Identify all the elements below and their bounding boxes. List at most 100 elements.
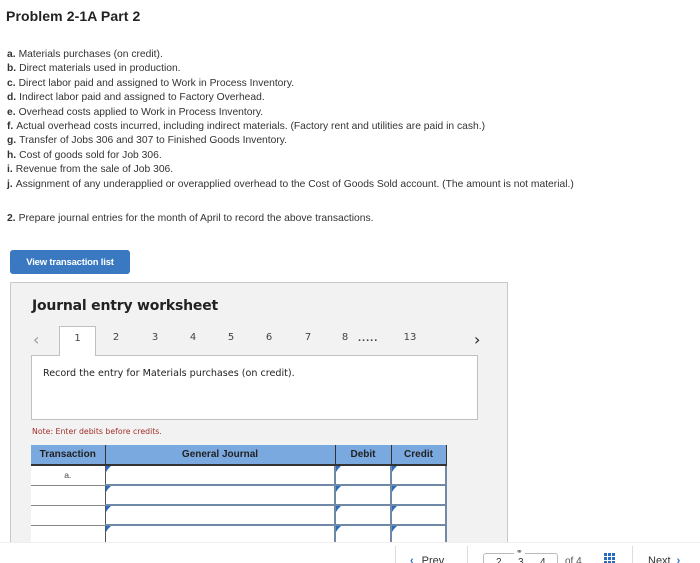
debit-cell[interactable] [335,505,392,526]
question-navigation: ‹ Prev ⚭ 2 3 4 of 4 Next › [0,542,700,563]
tab-entry-4[interactable]: 4 [186,326,200,356]
journal-table: Transaction General Journal Debit Credit… [31,445,447,546]
transaction-list: a. Materials purchases (on credit). b. Dir… [7,48,574,192]
dropdown-flag-icon [392,486,397,492]
transaction-cell [31,505,106,526]
dropdown-flag-icon [105,526,111,532]
transaction-item: f. Actual overhead costs incurred, includ… [7,120,574,134]
page-2[interactable]: 2 [496,557,502,563]
dropdown-flag-icon [392,506,397,512]
credit-input[interactable] [392,486,445,505]
item-text: Overhead costs applied to Work in Proces… [18,106,264,118]
credit-cell[interactable] [391,465,447,486]
transaction-item: d. Indirect labor paid and assigned to Fa… [7,91,574,105]
prev-button[interactable]: ‹ Prev [410,555,444,563]
tab-entry-5[interactable]: 5 [224,326,238,356]
chevron-right-icon[interactable]: › [474,330,480,349]
part-instruction: 2. Prepare journal entries for the month … [7,213,373,224]
item-label: b. [7,63,17,75]
credit-input[interactable] [392,506,445,525]
debit-cell[interactable] [335,465,392,486]
item-label: e. [7,106,16,118]
dropdown-flag-icon [336,486,341,492]
debits-note: Note: Enter debits before credits. [32,427,162,436]
credit-cell[interactable] [391,505,447,526]
page-4[interactable]: 4 [540,557,546,563]
debit-input[interactable] [336,486,390,505]
transaction-cell [31,485,106,506]
page-selector: ⚭ 2 3 4 [483,548,558,563]
item-text: Assignment of any underapplied or overap… [15,178,574,190]
link-icon: ⚭ [514,547,525,556]
next-button[interactable]: Next › [648,555,680,563]
credit-input[interactable] [392,466,445,485]
transaction-item: h. Cost of goods sold for Job 306. [7,149,574,163]
chevron-left-icon: ‹ [410,555,414,563]
view-transaction-list-button[interactable]: View transaction list [10,250,130,274]
dropdown-flag-icon [336,466,341,472]
transaction-item: j. Assignment of any underapplied or over… [7,178,574,192]
tab-entry-8[interactable]: 8 [338,326,352,356]
page-3[interactable]: 3 [518,557,524,563]
chevron-right-icon: › [676,555,681,563]
header-credit: Credit [391,445,447,466]
item-label: f. [7,121,14,133]
debit-input[interactable] [336,506,390,525]
dropdown-flag-icon [105,506,111,512]
item-label: a. [7,49,16,60]
debit-cell[interactable] [335,485,392,506]
item-text: Revenue from the sale of Job 306. [15,164,174,176]
item-label: c. [7,77,16,89]
tab-entry-2[interactable]: 2 [109,326,123,356]
instruction-label: 2. [7,213,16,224]
dropdown-flag-icon [336,506,341,512]
tab-entry-3[interactable]: 3 [148,326,162,356]
transaction-item: g. Transfer of Jobs 306 and 307 to Finish… [7,134,574,148]
account-input[interactable] [105,466,334,485]
prev-label: Prev [421,555,445,563]
worksheet-title: Journal entry worksheet [32,298,218,314]
transaction-item: a. Materials purchases (on credit). [7,48,574,62]
header-debit: Debit [335,445,392,466]
transaction-cell: a. [31,465,106,486]
dropdown-flag-icon [105,486,111,492]
account-input[interactable] [105,486,334,505]
table-row [31,505,447,526]
account-input[interactable] [105,506,334,525]
item-text: Direct materials used in production. [19,63,181,75]
item-text: Indirect labor paid and assigned to Fact… [19,92,265,104]
item-label: d. [7,92,17,104]
account-cell[interactable] [105,465,336,486]
page-title: Problem 2-1A Part 2 [6,8,141,24]
chevron-left-icon[interactable]: ‹ [33,330,39,349]
grid-icon[interactable] [604,553,616,563]
tab-entry-1[interactable]: 1 [59,326,96,356]
entry-prompt-box: Record the entry for Materials purchases… [31,355,478,420]
item-label: g. [7,135,17,147]
transaction-item: c. Direct labor paid and assigned to Work… [7,77,574,91]
instruction-text: Prepare journal entries for the month of… [18,213,374,224]
header-transaction: Transaction [31,445,106,466]
tab-ellipsis: ..... [358,332,379,344]
account-cell[interactable] [105,485,336,506]
next-label: Next [648,555,671,563]
account-cell[interactable] [105,505,336,526]
transaction-item: e. Overhead costs applied to Work in Proc… [7,106,574,120]
tab-entry-6[interactable]: 6 [262,326,276,356]
item-text: Transfer of Jobs 306 and 307 to Finished… [19,135,288,147]
debit-input[interactable] [336,466,390,485]
dropdown-flag-icon [392,466,397,472]
credit-cell[interactable] [391,485,447,506]
item-text: Actual overhead costs incurred, includin… [16,121,486,133]
page-count: of 4 [565,556,582,563]
tab-entry-7[interactable]: 7 [301,326,315,356]
item-label: i. [7,164,13,176]
transaction-item: i. Revenue from the sale of Job 306. [7,163,574,177]
entry-tabs: ‹ 1 2 3 4 5 6 7 8 ..... 13 › [11,326,509,356]
table-row: a. [31,465,447,486]
tab-entry-13[interactable]: 13 [401,326,419,356]
dropdown-flag-icon [336,526,341,532]
item-text: Direct labor paid and assigned to Work i… [18,77,295,89]
header-general-journal: General Journal [105,445,336,466]
journal-entry-worksheet: Journal entry worksheet ‹ 1 2 3 4 5 6 7 … [10,282,509,546]
